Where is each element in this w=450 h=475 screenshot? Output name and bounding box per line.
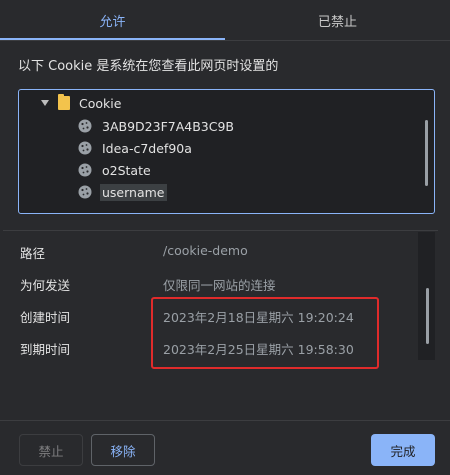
tree-folder-cookie[interactable]: Cookie	[41, 93, 121, 113]
detail-label-expires: 到期时间	[20, 342, 71, 357]
details-divider	[3, 230, 438, 231]
detail-value-path: /cookie-demo	[163, 243, 248, 258]
detail-label-send-for: 为何发送	[20, 278, 71, 293]
tree-folder-label: Cookie	[79, 95, 122, 111]
footer-divider	[0, 420, 450, 421]
done-button[interactable]: 完成	[371, 434, 435, 466]
remove-button[interactable]: 移除	[91, 434, 155, 466]
details-scrollbar[interactable]	[426, 288, 429, 344]
cookie-icon	[78, 185, 92, 199]
tree-item-cookie[interactable]: Idea-c7def90a	[78, 138, 194, 158]
tab-divider	[0, 40, 450, 41]
cookie-name: username	[100, 183, 167, 201]
highlight-annotation-box	[151, 297, 379, 369]
cookies-description: 以下 Cookie 是系统在您查看此网页时设置的	[18, 59, 279, 74]
detail-label-created: 创建时间	[20, 310, 71, 325]
tab-allowed[interactable]: 允许	[0, 0, 225, 40]
cookie-name: 3AB9D23F7A4B3C9B	[102, 118, 234, 134]
tree-item-cookie[interactable]: 3AB9D23F7A4B3C9B	[78, 116, 236, 136]
folder-icon	[58, 94, 70, 110]
cookies-dialog: 允许 已禁止 以下 Cookie 是系统在您查看此网页时设置的 Cookie 3…	[0, 0, 450, 475]
cookie-name: Idea-c7def90a	[102, 140, 192, 156]
cookie-icon	[78, 141, 92, 155]
tab-bar: 允许 已禁止	[0, 0, 450, 40]
expand-arrow-icon[interactable]	[41, 100, 49, 106]
cookie-tree[interactable]: Cookie 3AB9D23F7A4B3C9B Idea-c7def90a o2…	[18, 89, 435, 214]
cookie-icon	[78, 163, 92, 177]
tree-scrollbar[interactable]	[425, 120, 428, 186]
detail-label-path: 路径	[20, 246, 46, 261]
cookie-icon	[78, 119, 92, 133]
tab-blocked[interactable]: 已禁止	[225, 0, 450, 40]
tree-item-cookie-selected[interactable]: username	[78, 182, 167, 202]
cookie-name: o2State	[102, 162, 151, 178]
block-button[interactable]: 禁止	[19, 434, 83, 466]
tree-item-cookie[interactable]: o2State	[78, 160, 153, 180]
detail-value-send-for: 仅限同一网站的连接	[163, 278, 276, 293]
